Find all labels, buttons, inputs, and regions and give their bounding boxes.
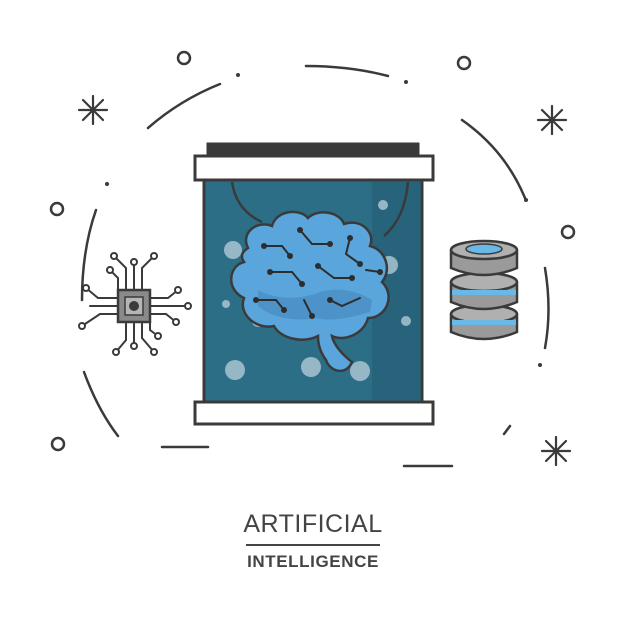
title-block: ARTIFICIAL INTELLIGENCE xyxy=(0,510,626,572)
title-line-2: INTELLIGENCE xyxy=(247,552,379,571)
title-divider xyxy=(246,544,380,546)
ai-illustration: ARTIFICIAL INTELLIGENCE xyxy=(0,0,626,626)
database-icon xyxy=(449,239,519,341)
title-line-1: ARTIFICIAL xyxy=(243,510,383,538)
microchip-icon xyxy=(78,252,192,356)
